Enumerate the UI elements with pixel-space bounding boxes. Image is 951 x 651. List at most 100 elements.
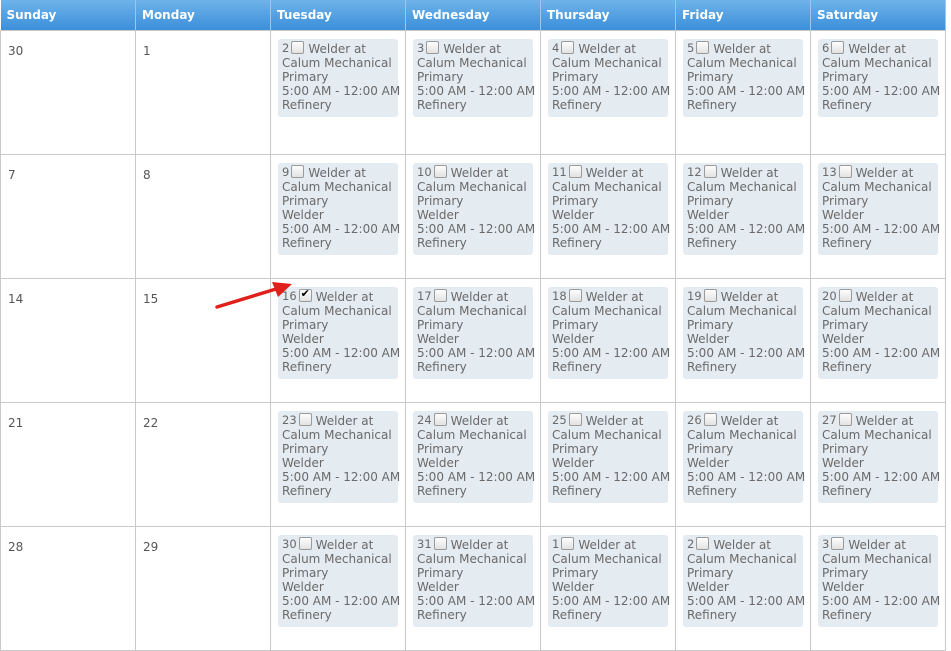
shift-card[interactable]: 2 Welder at Calum Mechanical Primary Welder 5… [683,535,805,627]
day-cell-sunday[interactable]: 14 [0,278,136,403]
day-cell-friday[interactable]: 19 Welder at Calum Mechanical Primary Welder… [675,278,811,403]
shift-detail-line: 5:00 AM - 12:00 AM [687,470,806,484]
shift-card[interactable]: 30 Welder at Calum Mechanical Primary Welder… [278,535,400,627]
shift-checkbox[interactable] [433,289,447,302]
calendar-week-row: 30 1 2 Welder at Calum Mechanical Primary 5:00… [0,30,946,155]
day-cell-thursday[interactable]: 18 Welder at Calum Mechanical Primary Welder… [540,278,676,403]
day-cell-friday[interactable]: 5 Welder at Calum Mechanical Primary 5:00 AM… [675,30,811,155]
shift-checkbox[interactable] [561,537,575,550]
shift-card[interactable]: 4 Welder at Calum Mechanical Primary 5:00 AM… [548,39,670,117]
day-cell-monday[interactable]: 1 [135,30,271,155]
shift-card[interactable]: 11 Welder at Calum Mechanical Primary Welder… [548,163,670,255]
day-cell-tuesday[interactable]: 2 Welder at Calum Mechanical Primary 5:00 AM… [270,30,406,155]
shift-card[interactable]: 16Welder atCalum MechanicalPrimaryWelder… [278,287,400,379]
shift-card[interactable]: 19 Welder at Calum Mechanical Primary Welder… [683,287,806,379]
day-cell-saturday[interactable]: 27 Welder at Calum Mechanical Primary Welder… [810,402,946,527]
day-cell-saturday[interactable]: 3 Welder at Calum Mechanical Primary Welder 5… [810,526,946,651]
day-cell-sunday[interactable]: 21 [0,402,136,527]
shift-checkbox[interactable] [561,41,575,54]
day-cell-thursday[interactable]: 4 Welder at Calum Mechanical Primary 5:00 AM… [540,30,676,155]
day-number: 7 [8,168,16,182]
shift-checkbox[interactable] [298,413,312,426]
shift-checkbox[interactable] [568,413,582,426]
day-cell-thursday[interactable]: 1 Welder at Calum Mechanical Primary Welder 5… [540,526,676,651]
shift-first-line: 2 Welder at [687,537,803,552]
day-cell-thursday[interactable]: 11 Welder at Calum Mechanical Primary Welder… [540,154,676,279]
shift-card[interactable]: 20 Welder at Calum Mechanical Primary Welder… [818,287,940,379]
shift-card[interactable]: 3 Welder at Calum Mechanical Primary Welder 5… [818,535,940,627]
shift-checkbox[interactable] [291,165,305,178]
shift-checkbox[interactable] [568,165,582,178]
shift-card[interactable]: 10 Welder at Calum Mechanical Primary Welder… [413,163,535,255]
shift-detail-line: Welder [282,456,324,470]
day-cell-wednesday[interactable]: 10 Welder at Calum Mechanical Primary Welder… [405,154,541,279]
shift-day-number: 11 [552,165,567,179]
day-cell-monday[interactable]: 8 [135,154,271,279]
day-cell-sunday[interactable]: 30 [0,30,136,155]
day-cell-saturday[interactable]: 13 Welder at Calum Mechanical Primary Welder… [810,154,946,279]
shift-card[interactable]: 17 Welder at Calum Mechanical Primary Welder… [413,287,535,379]
shift-card[interactable]: 12 Welder at Calum Mechanical Primary Welder… [683,163,805,255]
shift-checkbox[interactable] [703,413,717,426]
shift-checkbox[interactable] [291,41,305,54]
shift-card[interactable]: 24 Welder at Calum Mechanical Primary Welder… [413,411,535,503]
day-cell-friday[interactable]: 12 Welder at Calum Mechanical Primary Welder… [675,154,811,279]
shift-day-number: 30 [282,537,297,551]
shift-checkbox[interactable] [831,537,845,550]
shift-card[interactable]: 26 Welder at Calum Mechanical Primary Welder… [683,411,806,503]
day-cell-tuesday[interactable]: 30 Welder at Calum Mechanical Primary Welder… [270,526,406,651]
shift-card[interactable]: 6 Welder at Calum Mechanical Primary 5:00 AM… [818,39,940,117]
day-cell-monday[interactable]: 29 [135,526,271,651]
shift-card[interactable]: 5 Welder at Calum Mechanical Primary 5:00 AM… [683,39,805,117]
shift-checkbox[interactable] [433,165,447,178]
shift-detail-line: Welder [552,580,594,594]
day-cell-wednesday[interactable]: 3 Welder at Calum Mechanical Primary 5:00 AM… [405,30,541,155]
day-cell-friday[interactable]: 2 Welder at Calum Mechanical Primary Welder 5… [675,526,811,651]
day-cell-thursday[interactable]: 25 Welder at Calum Mechanical Primary Welder… [540,402,676,527]
day-cell-monday[interactable]: 22 [135,402,271,527]
shift-checkbox[interactable] [426,41,440,54]
shift-detail-line: 5:00 AM - 12:00 AM [687,346,806,360]
day-cell-saturday[interactable]: 20 Welder at Calum Mechanical Primary Welder… [810,278,946,403]
day-cell-sunday[interactable]: 7 [0,154,136,279]
shift-checkbox[interactable] [433,537,447,550]
shift-card[interactable]: 27 Welder at Calum Mechanical Primary Welder… [818,411,940,503]
shift-checkbox[interactable] [703,165,717,178]
shift-checkbox[interactable] [838,165,852,178]
header-tuesday: Tuesday [270,0,406,31]
shift-card[interactable]: 3 Welder at Calum Mechanical Primary 5:00 AM… [413,39,535,117]
shift-checkbox[interactable] [568,289,582,302]
shift-card[interactable]: 25 Welder at Calum Mechanical Primary Welder… [548,411,670,503]
shift-card[interactable]: 13 Welder at Calum Mechanical Primary Welder… [818,163,940,255]
day-cell-wednesday[interactable]: 31 Welder at Calum Mechanical Primary Welder… [405,526,541,651]
day-cell-tuesday[interactable]: 9 Welder at Calum Mechanical Primary Welder 5… [270,154,406,279]
day-cell-wednesday[interactable]: 24 Welder at Calum Mechanical Primary Welder… [405,402,541,527]
shift-checkbox-checked[interactable] [298,287,312,302]
shift-checkbox[interactable] [838,413,852,426]
day-cell-wednesday[interactable]: 17 Welder at Calum Mechanical Primary Welder… [405,278,541,403]
shift-card[interactable]: 18 Welder at Calum Mechanical Primary Welder… [548,287,670,379]
shift-card[interactable]: 1 Welder at Calum Mechanical Primary Welder 5… [548,535,670,627]
shift-checkbox[interactable] [696,537,710,550]
shift-card[interactable]: 23 Welder at Calum Mechanical Primary Welder… [278,411,400,503]
shift-detail-line: Primary [282,318,329,332]
shift-checkbox[interactable] [838,289,852,302]
shift-detail-line: Calum Mechanical [552,56,662,70]
header-wednesday: Wednesday [405,0,541,31]
shift-card[interactable]: 2 Welder at Calum Mechanical Primary 5:00 AM… [278,39,400,117]
shift-checkbox[interactable] [696,41,710,54]
shift-checkbox[interactable] [703,289,717,302]
day-cell-friday[interactable]: 26 Welder at Calum Mechanical Primary Welder… [675,402,811,527]
shift-first-line: 1 Welder at [552,537,668,552]
day-cell-tuesday[interactable]: 23 Welder at Calum Mechanical Primary Welder… [270,402,406,527]
shift-day-number: 13 [822,165,837,179]
shift-day-number: 18 [552,289,567,303]
shift-card[interactable]: 9 Welder at Calum Mechanical Primary Welder 5… [278,163,400,255]
shift-checkbox[interactable] [831,41,845,54]
shift-checkbox[interactable] [433,413,447,426]
day-cell-sunday[interactable]: 28 [0,526,136,651]
shift-checkbox[interactable] [298,537,312,550]
day-cell-saturday[interactable]: 6 Welder at Calum Mechanical Primary 5:00 AM… [810,30,946,155]
shift-card[interactable]: 31 Welder at Calum Mechanical Primary Welder… [413,535,535,627]
header-sunday: Sunday [0,0,136,31]
